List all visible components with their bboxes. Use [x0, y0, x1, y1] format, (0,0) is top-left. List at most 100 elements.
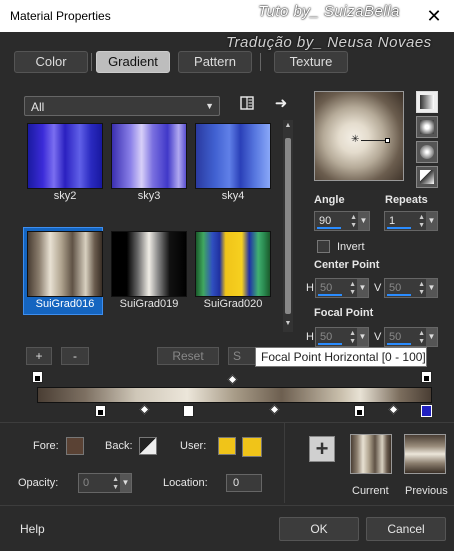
scroll-down-icon[interactable]: ▼: [283, 320, 293, 330]
spin-arrows-icon[interactable]: ▲ ▼: [349, 281, 356, 297]
midpoint-marker[interactable]: [139, 404, 150, 415]
spin-arrows-icon[interactable]: ▲ ▼: [112, 476, 119, 492]
help-link[interactable]: Help: [20, 522, 45, 536]
value-indicator: [387, 227, 411, 229]
close-button[interactable]: ✕: [424, 6, 444, 26]
tab-pattern[interactable]: Pattern: [178, 51, 252, 73]
value-indicator: [318, 294, 342, 296]
gallery-item[interactable]: SuiGrad020: [192, 228, 271, 314]
gradient-preview[interactable]: ✳: [314, 91, 404, 181]
title-bar: Material Properties Tuto by_ SuizaBella …: [0, 0, 454, 32]
gallery-item-label: SuiGrad016: [35, 298, 95, 310]
value-indicator: [387, 343, 411, 345]
remove-stop-button[interactable]: -: [61, 347, 89, 365]
location-input[interactable]: 0: [226, 474, 262, 492]
gallery-item[interactable]: sky3: [108, 120, 187, 206]
user-label: User:: [180, 440, 207, 452]
radial-gradient-glyph: [420, 170, 434, 184]
opacity-input[interactable]: 0 ▲ ▼ ▼: [78, 473, 132, 493]
user-color-picker[interactable]: [242, 437, 262, 457]
sunburst-style-icon[interactable]: [416, 141, 438, 163]
chevron-down-icon[interactable]: ▼: [120, 474, 131, 492]
stop-fill: [357, 410, 362, 415]
center-v-input[interactable]: 50 ▲ ▼ ▼: [384, 278, 438, 298]
tab-gradient[interactable]: Gradient: [96, 51, 170, 73]
stop-fill: [186, 410, 191, 415]
focal-h-input[interactable]: 50 ▲ ▼ ▼: [315, 327, 369, 347]
scroll-up-icon[interactable]: ▲: [283, 122, 293, 132]
gradient-editor-bar[interactable]: [37, 387, 432, 403]
ok-button[interactable]: OK: [279, 517, 359, 541]
radial-style-icon[interactable]: [416, 166, 438, 188]
user-color-swatch[interactable]: [218, 437, 236, 455]
angle-handle-line: [361, 140, 387, 141]
center-h-label: H: [306, 282, 314, 294]
gallery-item-label: SuiGrad019: [119, 298, 179, 310]
color-stop[interactable]: [95, 405, 106, 417]
watermark-tuto: Tuto by_ SuizaBella: [258, 3, 400, 20]
focal-v-input[interactable]: 50 ▲ ▼ ▼: [384, 327, 438, 347]
gallery-scrollbar[interactable]: ▲ ▼: [283, 120, 293, 332]
angle-label: Angle: [314, 194, 345, 206]
chevron-down-icon[interactable]: ▼: [426, 279, 437, 297]
repeats-input[interactable]: 1 ▲ ▼ ▼: [384, 211, 438, 231]
category-value: All: [31, 100, 45, 114]
spin-arrows-icon[interactable]: ▲ ▼: [418, 281, 425, 297]
focal-v-label: V: [374, 331, 382, 343]
color-stop-top-left[interactable]: [32, 371, 43, 383]
current-material-swatch[interactable]: [350, 434, 392, 474]
reset-button[interactable]: Reset: [157, 347, 219, 365]
midpoint-marker[interactable]: [227, 374, 238, 385]
chevron-down-icon[interactable]: ▼: [426, 328, 437, 346]
spin-arrows-icon[interactable]: ▲ ▼: [418, 214, 425, 230]
color-stop-top-right[interactable]: [421, 371, 432, 383]
invert-checkbox[interactable]: [317, 240, 330, 253]
linear-style-icon[interactable]: [416, 91, 438, 113]
color-stop[interactable]: [354, 405, 365, 417]
arrow-right-icon[interactable]: ➜: [272, 95, 290, 113]
color-stop[interactable]: [183, 405, 194, 417]
library-icon[interactable]: [238, 96, 256, 114]
gallery-item[interactable]: sky2: [24, 120, 103, 206]
gallery-item[interactable]: SuiGrad019: [108, 228, 187, 314]
tab-separator: [260, 53, 261, 71]
stop-fill: [424, 376, 429, 381]
tab-color[interactable]: Color: [14, 51, 88, 73]
color-stop-selected[interactable]: [421, 405, 432, 417]
midpoint-marker[interactable]: [388, 404, 399, 415]
center-h-input[interactable]: 50 ▲ ▼ ▼: [315, 278, 369, 298]
center-point-icon[interactable]: ✳: [351, 134, 359, 145]
scrollbar-thumb[interactable]: [285, 138, 291, 314]
save-button-partial[interactable]: S: [228, 347, 258, 365]
gallery-item[interactable]: sky4: [192, 120, 271, 206]
angle-handle[interactable]: [385, 138, 390, 143]
add-to-swatches-button[interactable]: +: [309, 436, 335, 462]
chevron-down-icon[interactable]: ▼: [426, 212, 437, 230]
divider: [284, 423, 285, 503]
chevron-down-icon[interactable]: ▼: [357, 328, 368, 346]
spin-arrows-icon[interactable]: ▲ ▼: [349, 330, 356, 346]
gallery-item-selected[interactable]: SuiGrad016: [23, 227, 103, 315]
category-dropdown[interactable]: All ▼: [24, 96, 220, 116]
current-label: Current: [352, 485, 389, 497]
focal-point-label: Focal Point: [314, 307, 374, 319]
back-color-swatch[interactable]: [139, 437, 157, 455]
chevron-down-icon[interactable]: ▼: [357, 279, 368, 297]
location-label: Location:: [163, 477, 208, 489]
spin-arrows-icon[interactable]: ▲ ▼: [350, 214, 357, 230]
center-h-value: 50: [320, 282, 333, 294]
chevron-down-icon[interactable]: ▼: [358, 212, 369, 230]
angle-input[interactable]: 90 ▲ ▼ ▼: [314, 211, 370, 231]
midpoint-marker[interactable]: [269, 404, 280, 415]
add-stop-button[interactable]: +: [26, 347, 52, 365]
fore-color-swatch[interactable]: [66, 437, 84, 455]
stop-fill: [35, 376, 40, 381]
previous-material-swatch[interactable]: [404, 434, 446, 474]
repeats-value: 1: [389, 215, 396, 227]
back-label: Back:: [105, 440, 133, 452]
cancel-button[interactable]: Cancel: [366, 517, 446, 541]
spin-arrows-icon[interactable]: ▲ ▼: [418, 330, 425, 346]
tab-texture[interactable]: Texture: [274, 51, 348, 73]
value-indicator: [318, 343, 342, 345]
rectangular-style-icon[interactable]: [416, 116, 438, 138]
